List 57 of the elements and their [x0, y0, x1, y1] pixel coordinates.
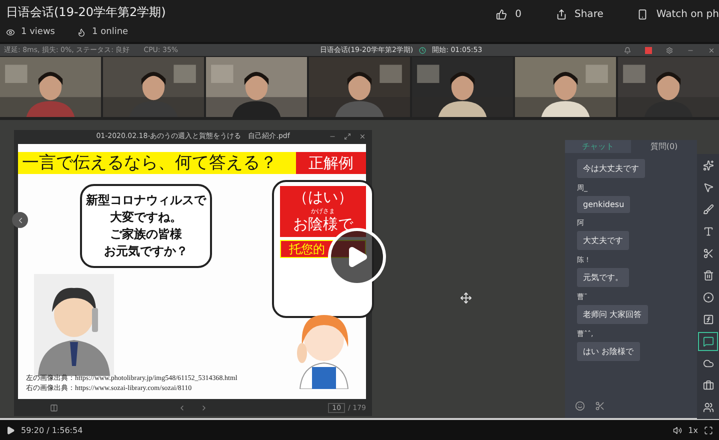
text-icon: [702, 226, 714, 237]
speed-button[interactable]: 1x: [688, 426, 698, 434]
previous-page-icon[interactable]: [178, 404, 186, 412]
watch-on-phone-button[interactable]: Watch on ph: [637, 8, 719, 20]
phone-icon: [637, 8, 648, 20]
formula-icon: [702, 314, 714, 325]
share-button[interactable]: Share: [556, 8, 604, 20]
sparkle-icon: [702, 160, 714, 171]
cloud-icon: [702, 358, 714, 369]
video-title: 日语会话(19-20学年第2学期): [6, 4, 166, 21]
flame-icon: [77, 28, 86, 36]
brush-icon: [702, 204, 714, 215]
chat-message: genkidesu: [577, 196, 630, 213]
answer-label: 正解例: [296, 152, 366, 174]
close-icon[interactable]: [708, 46, 715, 54]
chat-message: 元気です。: [577, 268, 629, 287]
chat-message: 今は大丈夫です: [577, 159, 645, 178]
close-icon[interactable]: [359, 132, 366, 140]
share-icon: [556, 8, 566, 20]
bubble-text: ご家族の皆様: [110, 226, 182, 243]
thumbs-up-icon: [496, 8, 508, 20]
bubble-text: 大変ですね。: [110, 209, 182, 226]
expand-icon[interactable]: [344, 132, 351, 140]
previous-button[interactable]: [12, 212, 28, 228]
chat-message: 老师问 大家回答: [577, 305, 648, 324]
next-page-icon[interactable]: [200, 404, 208, 412]
pointer-icon: [702, 182, 714, 193]
scissors-icon[interactable]: [595, 401, 605, 411]
settings-icon[interactable]: [666, 46, 673, 54]
chat-icon: [702, 336, 714, 347]
slide-heading: 一言で伝えるなら、何て答える？: [18, 152, 296, 174]
chat-message: 大丈夫です: [577, 231, 629, 250]
bell-icon[interactable]: [624, 46, 631, 54]
clock-icon: [419, 46, 426, 54]
chat-message: はい お陰様で: [577, 342, 640, 361]
fullscreen-icon[interactable]: [704, 426, 713, 434]
chat-tab[interactable]: 質問(0): [631, 140, 697, 153]
answer-text: （はい）: [293, 188, 353, 208]
move-cursor-icon: [460, 292, 472, 304]
bubble-text: 新型コロナウィルスで: [86, 192, 206, 209]
emoji-icon[interactable]: [575, 401, 585, 411]
playback-time: 59:20 / 1:56:54: [21, 426, 83, 434]
online-count: 1 online: [92, 27, 128, 37]
view-count: 1 views: [21, 27, 56, 37]
users-icon: [702, 402, 714, 413]
bubble-text: お元気ですか？: [104, 243, 188, 260]
volume-icon[interactable]: [673, 426, 682, 434]
chat-tool[interactable]: [698, 332, 718, 351]
like-button[interactable]: 0: [496, 8, 522, 20]
sidebar-toggle-icon[interactable]: [50, 404, 58, 412]
record-icon[interactable]: [645, 46, 652, 54]
circle-icon: [702, 292, 714, 303]
eye-icon: [6, 28, 15, 36]
briefcase-icon: [702, 380, 714, 391]
play-icon[interactable]: [6, 426, 15, 434]
scissors-icon: [702, 248, 714, 259]
trash-icon: [702, 270, 714, 281]
